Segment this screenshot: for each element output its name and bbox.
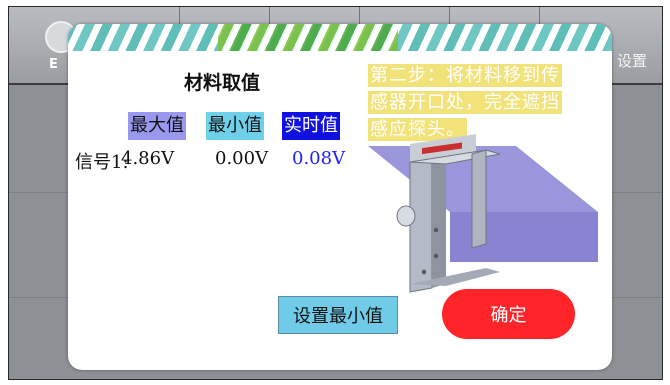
nav-settings-tab[interactable]: 设置 — [617, 50, 647, 71]
ok-button[interactable]: 确定 — [442, 289, 575, 339]
nav-left-label: E — [49, 57, 58, 72]
set-min-button[interactable]: 设置最小值 — [278, 296, 398, 334]
instruction-line: 第二步：将材料移到传 — [368, 64, 562, 87]
signal-realtime-value: 0.08V — [292, 148, 346, 169]
mount-hole — [433, 227, 439, 233]
realtime-value-header: 实时值 — [282, 112, 340, 140]
sensor-right-arm — [471, 149, 487, 249]
instruction-line: 感器开口处，完全遮挡 — [368, 91, 562, 114]
dialog-header-stripe-accent — [218, 24, 398, 51]
max-value-header: 最大值 — [128, 112, 186, 140]
instruction-text: 第二步：将材料移到传 感器开口处，完全遮挡 感应探头。 — [368, 62, 586, 143]
sensor-left-arm-side — [432, 160, 446, 288]
dialog-title: 材料取值 — [184, 72, 261, 94]
signal-min-value: 0.00V — [215, 148, 269, 169]
sensor-illustration — [368, 134, 598, 293]
sensor-left-arm — [409, 159, 433, 293]
min-value-header: 最小值 — [206, 112, 264, 140]
mount-hole — [433, 253, 439, 259]
signal-max-value: 4.86V — [121, 148, 175, 169]
mount-hole — [421, 269, 427, 275]
sensor-connector — [396, 205, 416, 227]
material-value-dialog: 材料取值 最大值 最小值 实时值 信号1: 4.86V 0.00V 0.08V … — [68, 24, 612, 370]
